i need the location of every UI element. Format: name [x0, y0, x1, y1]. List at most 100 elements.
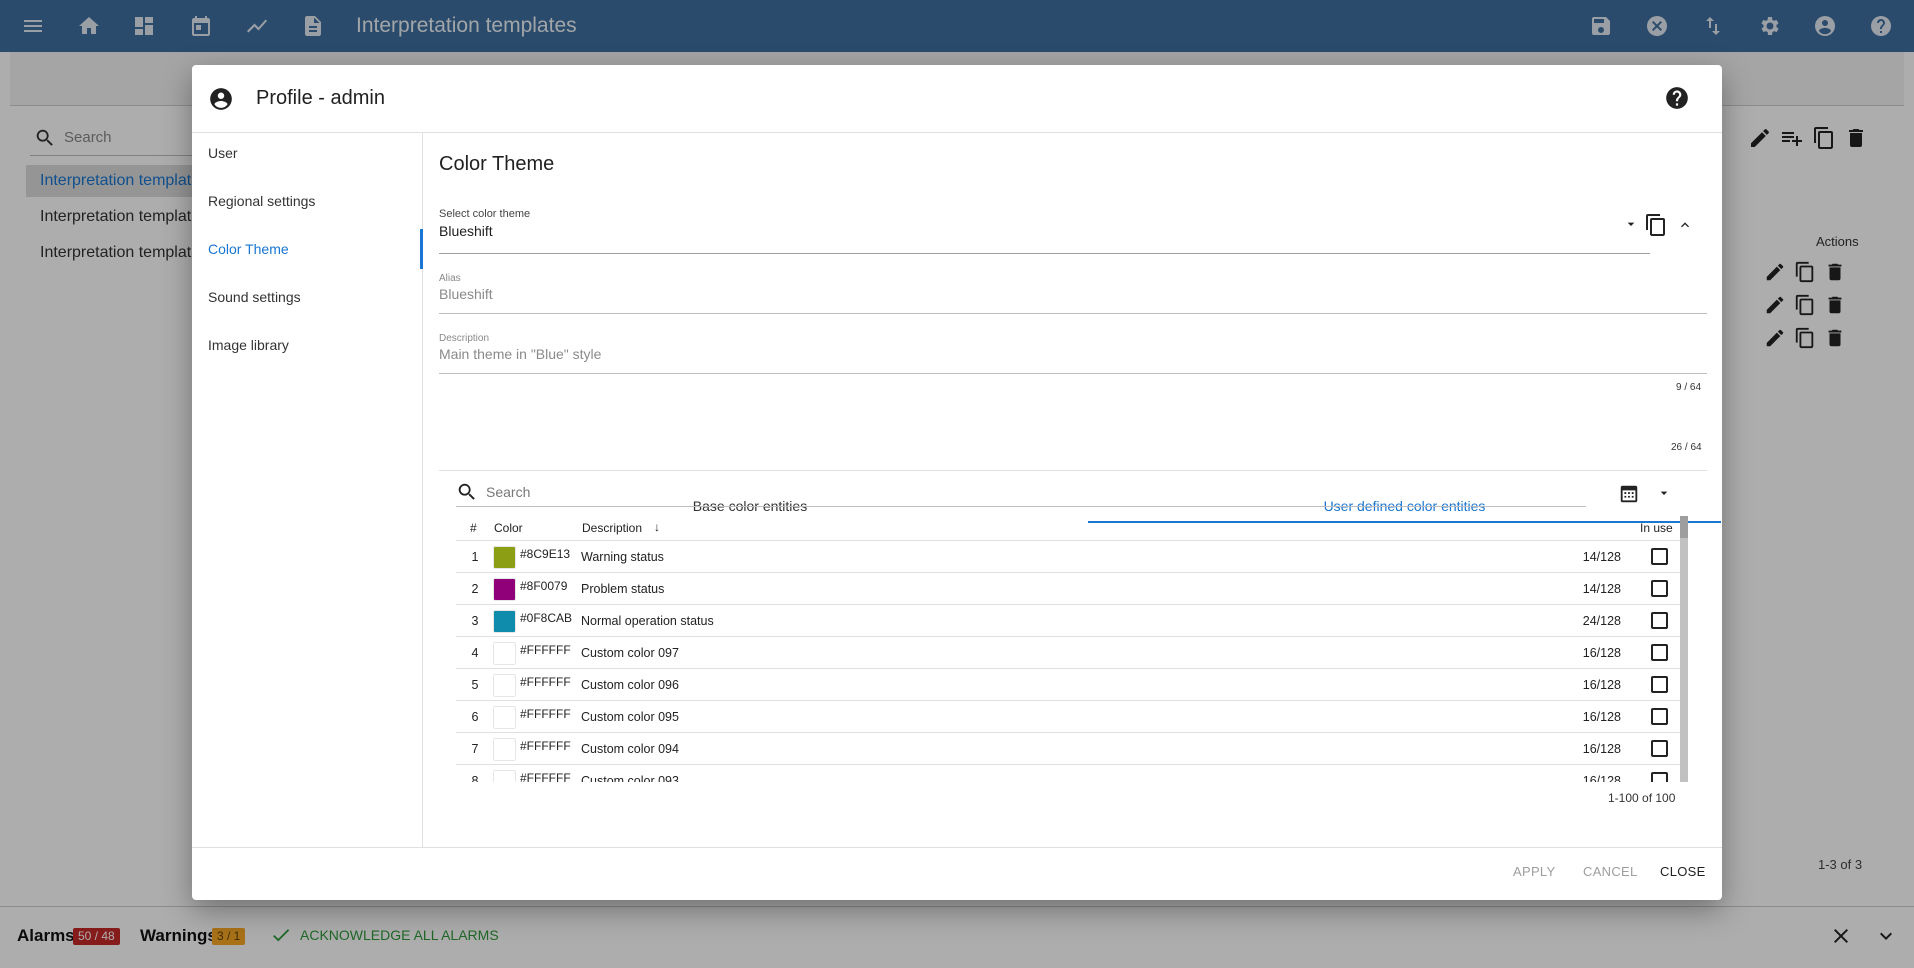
chevron-up-icon[interactable]: [1676, 216, 1694, 234]
calculator-icon[interactable]: [1618, 483, 1640, 505]
color-description: Warning status: [581, 550, 664, 564]
alias-value: Blueshift: [439, 286, 493, 302]
color-hex: #FFFFFF: [520, 771, 571, 782]
alias-counter: 9 / 64: [1676, 382, 1702, 393]
description-underline: [439, 373, 1707, 374]
table-row[interactable]: 3 #0F8CAB Normal operation status 24/128: [456, 605, 1686, 637]
sort-arrow-icon[interactable]: ↓: [654, 520, 660, 534]
description-length: 16/128: [1582, 678, 1621, 692]
description-value: Main theme in "Blue" style: [439, 346, 602, 362]
table-row[interactable]: 6 #FFFFFF Custom color 095 16/128: [456, 701, 1686, 733]
color-swatch[interactable]: [493, 642, 516, 665]
color-hex: #FFFFFF: [520, 707, 571, 721]
table-row[interactable]: 2 #8F0079 Problem status 14/128: [456, 573, 1686, 605]
color-description: Custom color 094: [581, 742, 679, 756]
dropdown-arrow-icon[interactable]: [1623, 216, 1639, 232]
table-row[interactable]: 5 #FFFFFF Custom color 096 16/128: [456, 669, 1686, 701]
row-number: 8: [471, 774, 479, 782]
nav-item-image-library[interactable]: Image library: [192, 325, 423, 365]
description-length: 16/128: [1582, 774, 1621, 782]
color-hex: #FFFFFF: [520, 739, 571, 753]
section-title: Color Theme: [439, 153, 555, 175]
apply-button[interactable]: APPLY: [1513, 864, 1555, 879]
account-circle-icon: [208, 86, 234, 112]
color-swatch[interactable]: [493, 674, 516, 697]
alias-field[interactable]: Alias Blueshift: [439, 273, 493, 302]
color-theme-select[interactable]: Select color theme Blueshift: [439, 208, 530, 239]
color-swatch[interactable]: [493, 770, 516, 782]
color-hex: #0F8CAB: [520, 611, 573, 625]
table-row[interactable]: 4 #FFFFFF Custom color 097 16/128: [456, 637, 1686, 669]
column-header-in-use[interactable]: In use: [1640, 521, 1673, 535]
color-description: Custom color 097: [581, 646, 679, 660]
color-entities-table: # Color Description ↓ In use 1 #8C9E13 W…: [456, 516, 1686, 782]
table-search-placeholder: Search: [486, 483, 531, 500]
in-use-checkbox[interactable]: [1651, 708, 1668, 725]
in-use-checkbox[interactable]: [1651, 772, 1668, 782]
dialog-side-nav: User Regional settings Color Theme Sound…: [192, 133, 423, 847]
column-header-description[interactable]: Description: [582, 521, 642, 535]
description-label: Description: [439, 333, 490, 344]
color-swatch[interactable]: [493, 706, 516, 729]
description-length: 16/128: [1582, 742, 1621, 756]
table-row[interactable]: 1 #8C9E13 Warning status 14/128: [456, 541, 1686, 573]
color-theme-select-value: Blueshift: [439, 223, 493, 239]
table-scrollbar-thumb[interactable]: [1680, 516, 1688, 538]
color-swatch[interactable]: [493, 738, 516, 761]
description-field[interactable]: Description Main theme in "Blue" style: [439, 333, 601, 362]
row-number: 5: [471, 678, 479, 692]
row-number: 2: [471, 582, 479, 596]
cancel-button[interactable]: CANCEL: [1583, 864, 1638, 879]
nav-item-user[interactable]: User: [192, 133, 423, 173]
column-header-color[interactable]: Color: [494, 521, 523, 535]
color-swatch[interactable]: [493, 578, 516, 601]
dialog-title: Profile - admin: [256, 87, 385, 109]
in-use-checkbox[interactable]: [1651, 644, 1668, 661]
row-number: 1: [471, 550, 479, 564]
in-use-checkbox[interactable]: [1651, 580, 1668, 597]
color-hex: #8F0079: [520, 579, 568, 593]
table-scrollbar[interactable]: [1680, 516, 1688, 782]
close-button[interactable]: CLOSE: [1660, 864, 1706, 879]
dropdown-arrow-icon[interactable]: [1656, 485, 1672, 501]
in-use-checkbox[interactable]: [1651, 676, 1668, 693]
search-icon: [458, 483, 475, 500]
description-length: 24/128: [1582, 614, 1621, 628]
tabs-separator: [439, 470, 1707, 471]
alias-label: Alias: [439, 273, 461, 284]
row-number: 6: [471, 710, 479, 724]
color-description: Normal operation status: [581, 614, 714, 628]
alias-underline: [439, 313, 1707, 314]
description-length: 14/128: [1582, 550, 1621, 564]
table-row[interactable]: 7 #FFFFFF Custom color 094 16/128: [456, 733, 1686, 765]
in-use-checkbox[interactable]: [1651, 612, 1668, 629]
description-length: 16/128: [1582, 646, 1621, 660]
description-counter: 26 / 64: [1671, 442, 1702, 453]
table-scrollbar-track: [1680, 516, 1688, 782]
row-number: 4: [471, 646, 479, 660]
nav-item-regional-settings[interactable]: Regional settings: [192, 181, 423, 221]
color-hex: #FFFFFF: [520, 643, 571, 657]
row-number: 7: [471, 742, 479, 756]
table-row[interactable]: 8 #FFFFFF Custom color 093 16/128: [456, 765, 1686, 782]
profile-dialog: Profile - admin User Regional settings C…: [192, 65, 1722, 900]
table-header: # Color Description ↓ In use: [456, 516, 1686, 541]
color-description: Custom color 095: [581, 710, 679, 724]
description-length: 16/128: [1582, 710, 1621, 724]
table-search-input[interactable]: Search: [456, 477, 1586, 507]
in-use-checkbox[interactable]: [1651, 740, 1668, 757]
color-description: Custom color 093: [581, 774, 679, 782]
color-swatch[interactable]: [493, 546, 516, 569]
copy-icon[interactable]: [1643, 212, 1669, 238]
color-swatch[interactable]: [493, 610, 516, 633]
color-hex: #8C9E13: [520, 547, 571, 561]
color-description: Custom color 096: [581, 678, 679, 692]
nav-item-color-theme[interactable]: Color Theme: [192, 229, 423, 269]
in-use-checkbox[interactable]: [1651, 548, 1668, 565]
row-number: 3: [471, 614, 479, 628]
help-icon[interactable]: [1664, 85, 1692, 113]
dialog-header: Profile - admin: [192, 65, 1722, 133]
description-length: 14/128: [1582, 582, 1621, 596]
dialog-footer: APPLY CANCEL CLOSE: [192, 847, 1722, 900]
nav-item-sound-settings[interactable]: Sound settings: [192, 277, 423, 317]
